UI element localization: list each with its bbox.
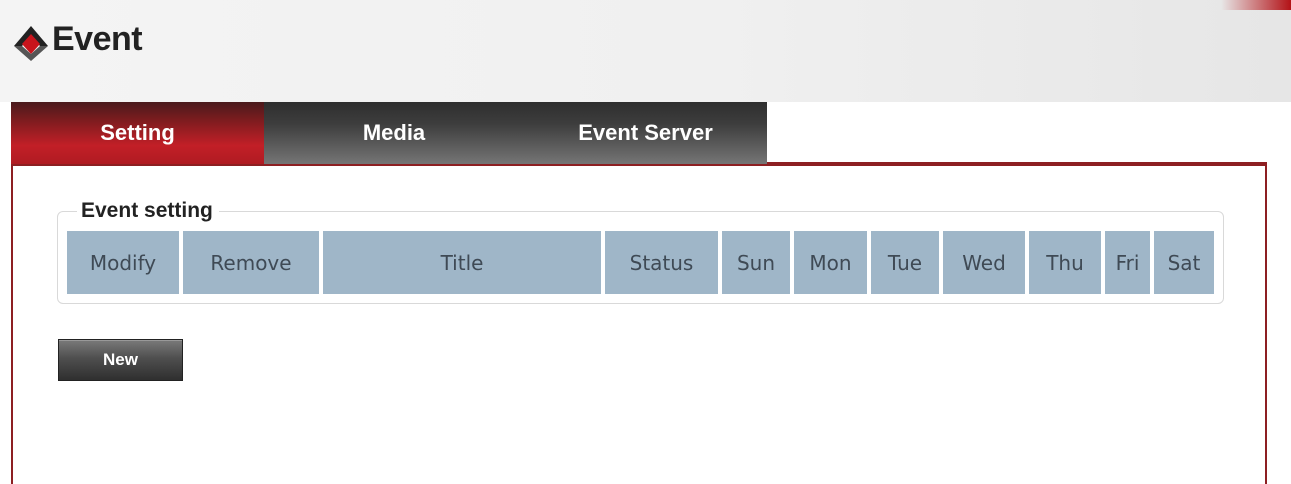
column-header-remove: Remove: [183, 231, 319, 294]
tab-setting[interactable]: Setting: [11, 102, 264, 164]
new-event-button[interactable]: New: [58, 339, 183, 381]
column-header-thu: Thu: [1029, 231, 1101, 294]
column-header-sun: Sun: [722, 231, 790, 294]
tab-media[interactable]: Media: [264, 102, 524, 164]
page-title: Event: [52, 20, 143, 58]
column-header-wed: Wed: [943, 231, 1025, 294]
tab-event-server[interactable]: Event Server: [524, 102, 767, 164]
brand-logo-icon: [14, 26, 48, 61]
column-header-tue: Tue: [871, 231, 939, 294]
event-setting-legend: Event setting: [77, 199, 219, 223]
tab-bar: Setting Media Event Server: [11, 102, 767, 164]
page-header: Event: [0, 0, 1291, 102]
column-header-status: Status: [605, 231, 718, 294]
column-header-modify: Modify: [67, 231, 179, 294]
column-header-title: Title: [323, 231, 601, 294]
column-header-sat: Sat: [1154, 231, 1214, 294]
column-header-fri: Fri: [1105, 231, 1150, 294]
column-header-mon: Mon: [794, 231, 867, 294]
